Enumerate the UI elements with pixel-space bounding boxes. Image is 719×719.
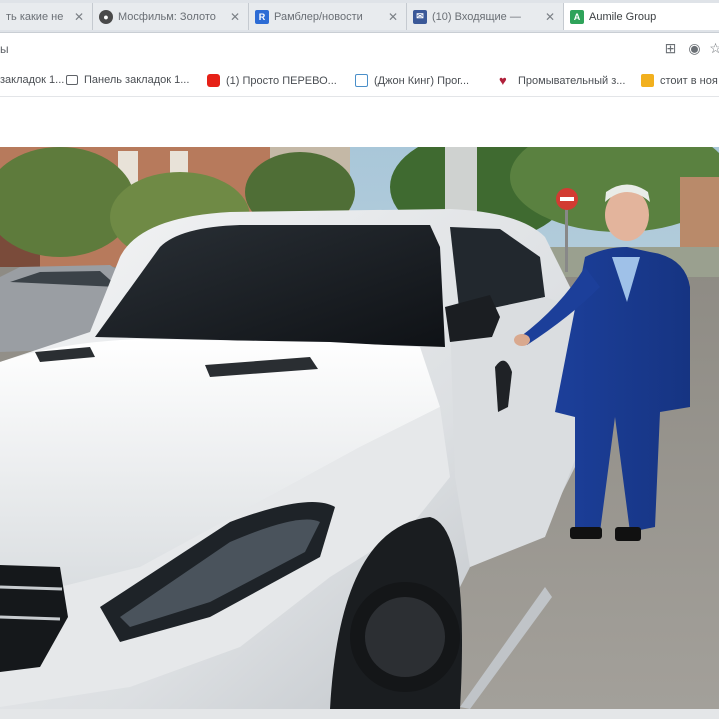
tab-5[interactable]: A Aumile Group bbox=[564, 3, 719, 30]
tab-title: Мосфильм: Золото bbox=[118, 10, 216, 23]
bookmark-label: Промывательный з... bbox=[518, 74, 626, 87]
folder-icon bbox=[66, 75, 78, 85]
bookmark-label: закладок 1... bbox=[0, 74, 65, 86]
bookmarks-bar: закладок 1... Панель закладок 1... (1) П… bbox=[0, 68, 719, 97]
aumile-icon: A bbox=[570, 9, 584, 24]
bookmark-label: стоит в ноя bbox=[660, 74, 718, 87]
bookmark-page[interactable]: (Джон Кинг) Прог... bbox=[355, 74, 469, 87]
camera-icon[interactable]: ◉ bbox=[687, 41, 702, 56]
url-text[interactable]: ы bbox=[0, 42, 9, 56]
tab-strip: ть какие не ✕ ● Мосфильм: Золото ✕ R Рам… bbox=[0, 0, 719, 33]
bottom-bar bbox=[0, 709, 719, 719]
tab-1[interactable]: ть какие не ✕ bbox=[0, 3, 93, 30]
bookmark-label: (1) Просто ПЕРЕВО... bbox=[226, 74, 337, 87]
translate-icon[interactable]: ⊞ bbox=[663, 41, 678, 56]
mail-icon: ✉ bbox=[413, 9, 427, 24]
photo-man-with-white-suv bbox=[0, 147, 719, 709]
address-bar: ы ⊞ ◉ ☆ bbox=[0, 33, 719, 65]
bookmark-label: Панель закладок 1... bbox=[84, 74, 190, 86]
bookmark-youtube[interactable]: (1) Просто ПЕРЕВО... bbox=[207, 74, 337, 87]
tab-4[interactable]: ✉ (10) Входящие — ✕ bbox=[407, 3, 564, 30]
bookmark-folder-2[interactable]: Панель закладок 1... bbox=[66, 74, 189, 86]
star-icon[interactable]: ☆ bbox=[708, 41, 719, 56]
close-icon[interactable]: ✕ bbox=[72, 10, 86, 24]
close-icon[interactable]: ✕ bbox=[228, 10, 242, 24]
tab-title: (10) Входящие — bbox=[432, 10, 521, 23]
heart-icon: ♥ bbox=[499, 73, 507, 88]
tab-title: ть какие не bbox=[6, 10, 64, 23]
bookmark-heart[interactable]: ♥ Промывательный з... bbox=[499, 74, 625, 87]
page-icon bbox=[355, 74, 368, 87]
tab-title: Aumile Group bbox=[589, 10, 657, 23]
tab-2[interactable]: ● Мосфильм: Золото ✕ bbox=[93, 3, 249, 30]
tab-3[interactable]: R Рамблер/новости ✕ bbox=[249, 3, 407, 30]
bookmark-last[interactable]: стоит в ноя bbox=[641, 74, 718, 87]
close-icon[interactable]: ✕ bbox=[386, 10, 400, 24]
close-icon[interactable]: ✕ bbox=[543, 10, 557, 24]
page-blank-area bbox=[0, 97, 719, 147]
bookmark-icon bbox=[641, 74, 654, 87]
tab-title: Рамблер/новости bbox=[274, 10, 363, 23]
bookmark-label: (Джон Кинг) Прог... bbox=[374, 74, 470, 87]
mosfilm-icon: ● bbox=[99, 9, 113, 24]
rambler-icon: R bbox=[255, 9, 269, 24]
youtube-icon bbox=[207, 74, 220, 87]
bookmark-folder-1[interactable]: закладок 1... bbox=[0, 74, 64, 86]
